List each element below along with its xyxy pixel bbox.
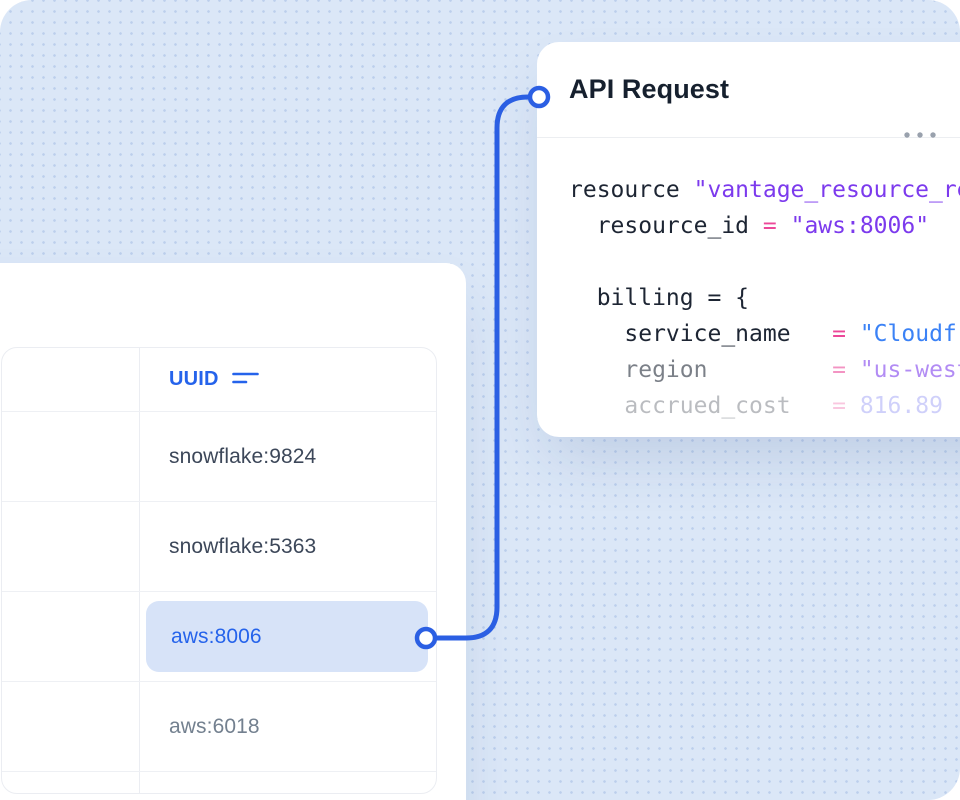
uuid-value: aws:6018 bbox=[169, 715, 260, 739]
code-snippet: resource "vantage_resource_report" resou… bbox=[537, 138, 960, 424]
table-row[interactable]: snowflake:9824 bbox=[2, 412, 436, 502]
stage: es/all-active-resources UUID bbox=[0, 0, 960, 800]
api-request-title: API Request bbox=[569, 74, 729, 105]
sort-icon[interactable] bbox=[232, 368, 259, 391]
provider-cell bbox=[2, 412, 140, 501]
code-line: service_name = "Cloudfront" bbox=[569, 316, 960, 352]
uuid-value: aws:8006 bbox=[171, 625, 262, 649]
table-row[interactable]: aws:6018 bbox=[2, 682, 436, 772]
api-request-header: API Request bbox=[537, 42, 960, 138]
uuid-value: snowflake:9824 bbox=[169, 445, 316, 469]
code-line bbox=[569, 244, 960, 280]
uuid-value: snowflake:5363 bbox=[169, 535, 316, 559]
table-row[interactable]: aws:8006 bbox=[2, 592, 436, 682]
code-line: billing = { bbox=[569, 280, 960, 316]
resources-table: UUID snowflake:9824 snowflake:5363 aws:800… bbox=[1, 347, 437, 794]
provider-cell bbox=[2, 592, 140, 681]
resources-table-card: es/all-active-resources UUID bbox=[0, 263, 466, 800]
ellipsis-icon bbox=[903, 127, 941, 142]
table-row[interactable]: snowflake:5363 bbox=[2, 502, 436, 592]
code-line: resource "vantage_resource_report" bbox=[569, 172, 960, 208]
uuid-column-label: UUID bbox=[169, 368, 219, 391]
provider-cell bbox=[2, 772, 140, 794]
provider-column-header bbox=[2, 348, 140, 411]
uuid-cell: snowflake:9824 bbox=[140, 412, 436, 501]
provider-cell bbox=[2, 502, 140, 591]
more-menu-button[interactable] bbox=[903, 126, 941, 142]
uuid-cell: aws:6018 bbox=[140, 682, 436, 771]
selected-uuid-pill[interactable]: aws:8006 bbox=[146, 601, 428, 672]
provider-cell bbox=[2, 682, 140, 771]
code-line: resource_id = "aws:8006" bbox=[569, 208, 960, 244]
uuid-cell bbox=[140, 772, 436, 794]
code-line: region = "us-west-2" bbox=[569, 352, 960, 388]
api-request-card: API Request resource "vantage_resource_r… bbox=[537, 42, 960, 437]
table-header-row: UUID bbox=[2, 348, 436, 412]
code-line: accrued_cost = 816.89 bbox=[569, 388, 960, 424]
uuid-cell: snowflake:5363 bbox=[140, 502, 436, 591]
table-body: snowflake:9824 snowflake:5363 aws:8006 aws:… bbox=[2, 412, 436, 794]
uuid-cell: aws:8006 bbox=[140, 592, 436, 681]
uuid-column-header[interactable]: UUID bbox=[140, 348, 436, 411]
table-row bbox=[2, 772, 436, 794]
